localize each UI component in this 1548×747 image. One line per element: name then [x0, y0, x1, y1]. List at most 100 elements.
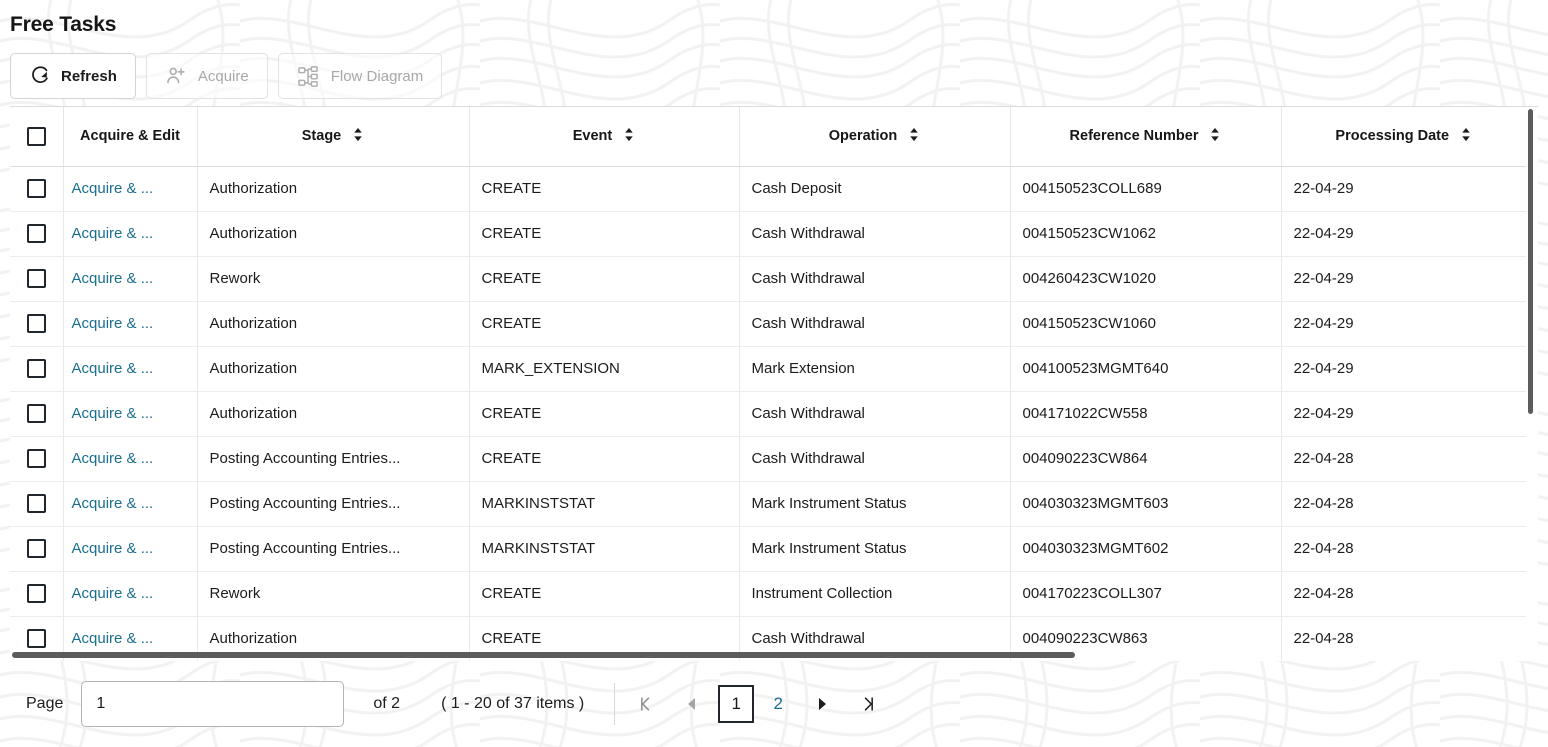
row-checkbox[interactable]	[26, 539, 46, 558]
pagination-divider	[614, 683, 616, 725]
row-checkbox[interactable]	[26, 494, 46, 513]
operation-cell: Cash Withdrawal	[739, 256, 1011, 302]
acquire-and-edit-link[interactable]: Acquire & ...	[72, 450, 154, 467]
sort-icon[interactable]	[908, 127, 920, 146]
table-body: Acquire & ... Authorization CREATE Cash Dep…	[10, 166, 1526, 661]
page-number-input[interactable]	[81, 681, 345, 727]
stage-cell: Posting Accounting Entries...	[197, 481, 470, 527]
toolbar: Refresh Acquire Flow Diagram	[0, 46, 1548, 106]
column-label-event: Event	[572, 128, 613, 145]
column-header-processing-date[interactable]: Processing Date	[1281, 107, 1526, 167]
previous-page-icon[interactable]	[669, 681, 715, 727]
person-add-icon	[165, 65, 187, 87]
processing-date-cell: 22-04-29	[1281, 391, 1526, 437]
processing-date-cell: 22-04-29	[1281, 346, 1526, 392]
stage-cell: Rework	[197, 256, 470, 302]
refresh-icon	[29, 65, 50, 87]
reference-number-cell: 004150523CW1060	[1010, 301, 1282, 347]
row-checkbox[interactable]	[26, 584, 46, 603]
event-cell: CREATE	[469, 256, 740, 302]
sort-icon[interactable]	[623, 127, 635, 146]
acquire-edit-cell: Acquire & ...	[63, 391, 198, 437]
reference-number-cell: 004150523CW1062	[1010, 211, 1282, 257]
row-checkbox[interactable]	[26, 449, 46, 468]
horizontal-scrollbar-thumb[interactable]	[12, 652, 1075, 658]
acquire-and-edit-link[interactable]: Acquire & ...	[72, 405, 154, 422]
acquire-and-edit-link[interactable]: Acquire & ...	[72, 360, 154, 377]
processing-date-cell: 22-04-29	[1281, 166, 1526, 212]
first-page-icon[interactable]	[623, 681, 669, 727]
acquire-and-edit-link[interactable]: Acquire & ...	[72, 630, 154, 647]
table-row: Acquire & ... Authorization CREATE Cash Wit…	[10, 391, 1526, 437]
row-checkbox[interactable]	[26, 224, 46, 243]
acquire-and-edit-link[interactable]: Acquire & ...	[72, 315, 154, 332]
column-header-stage[interactable]: Stage	[197, 107, 470, 167]
processing-date-cell: 22-04-29	[1281, 256, 1526, 302]
event-cell: CREATE	[469, 166, 740, 212]
event-cell: MARK_EXTENSION	[469, 346, 740, 392]
acquire-and-edit-link[interactable]: Acquire & ...	[72, 225, 154, 242]
refresh-button[interactable]: Refresh	[10, 53, 136, 99]
sort-icon[interactable]	[352, 127, 364, 146]
next-page-icon[interactable]	[799, 681, 845, 727]
row-checkbox[interactable]	[26, 314, 46, 333]
table-row: Acquire & ... Authorization CREATE Cash Dep…	[10, 166, 1526, 212]
row-select-cell	[10, 301, 64, 347]
tasks-table: Acquire & Edit Stage Event Operation Ref…	[10, 107, 1526, 661]
sort-icon[interactable]	[1209, 127, 1221, 146]
stage-cell: Authorization	[197, 391, 470, 437]
acquire-edit-cell: Acquire & ...	[63, 301, 198, 347]
acquire-and-edit-link[interactable]: Acquire & ...	[72, 270, 154, 287]
pagination-bar: Page of 2 ( 1 - 20 of 37 items ) 1 2	[0, 661, 1548, 747]
row-checkbox[interactable]	[26, 404, 46, 423]
select-all-checkbox[interactable]	[26, 126, 46, 146]
stage-cell: Authorization	[197, 346, 470, 392]
operation-cell: Cash Withdrawal	[739, 436, 1011, 482]
acquire-button[interactable]: Acquire	[145, 53, 268, 99]
row-checkbox[interactable]	[26, 269, 46, 288]
acquire-edit-cell: Acquire & ...	[63, 571, 198, 617]
acquire-edit-cell: Acquire & ...	[63, 346, 198, 392]
column-label-operation: Operation	[828, 128, 898, 145]
total-pages-text: of 2	[373, 695, 401, 712]
column-header-acquire-edit: Acquire & Edit	[63, 107, 198, 167]
operation-cell: Mark Instrument Status	[739, 481, 1011, 527]
row-select-cell	[10, 571, 64, 617]
vertical-scrollbar[interactable]	[1526, 107, 1535, 661]
event-cell: CREATE	[469, 211, 740, 257]
event-cell: MARKINSTSTAT	[469, 481, 740, 527]
last-page-icon[interactable]	[845, 681, 891, 727]
acquire-edit-cell: Acquire & ...	[63, 436, 198, 482]
horizontal-scrollbar[interactable]	[10, 650, 1538, 659]
acquire-edit-cell: Acquire & ...	[63, 211, 198, 257]
acquire-and-edit-link[interactable]: Acquire & ...	[72, 495, 154, 512]
acquire-and-edit-link[interactable]: Acquire & ...	[72, 180, 154, 197]
column-header-event[interactable]: Event	[469, 107, 740, 167]
processing-date-cell: 22-04-28	[1281, 481, 1526, 527]
page-button-2[interactable]: 2	[760, 685, 796, 723]
vertical-scrollbar-thumb[interactable]	[1528, 109, 1533, 414]
acquire-and-edit-link[interactable]: Acquire & ...	[72, 540, 154, 557]
stage-cell: Posting Accounting Entries...	[197, 526, 470, 572]
row-select-cell	[10, 526, 64, 572]
sort-icon[interactable]	[1460, 127, 1472, 146]
table-row: Acquire & ... Authorization MARK_EXTENSION…	[10, 346, 1526, 392]
table-header: Acquire & Edit Stage Event Operation Ref…	[10, 107, 1526, 167]
event-cell: CREATE	[469, 571, 740, 617]
column-header-operation[interactable]: Operation	[739, 107, 1011, 167]
row-checkbox[interactable]	[26, 359, 46, 378]
row-checkbox[interactable]	[26, 629, 46, 648]
row-select-cell	[10, 211, 64, 257]
table-header-row: Acquire & Edit Stage Event Operation Ref…	[10, 107, 1526, 167]
stage-cell: Authorization	[197, 301, 470, 347]
flow-diagram-button[interactable]: Flow Diagram	[277, 53, 443, 99]
flow-diagram-icon	[297, 65, 320, 88]
acquire-and-edit-link[interactable]: Acquire & ...	[72, 585, 154, 602]
operation-cell: Mark Extension	[739, 346, 1011, 392]
items-range-text: ( 1 - 20 of 37 items )	[441, 695, 585, 712]
page-button-1[interactable]: 1	[718, 685, 755, 723]
column-header-reference-number[interactable]: Reference Number	[1010, 107, 1282, 167]
acquire-button-label: Acquire	[197, 67, 249, 85]
operation-cell: Cash Deposit	[739, 166, 1011, 212]
row-checkbox[interactable]	[26, 179, 46, 198]
